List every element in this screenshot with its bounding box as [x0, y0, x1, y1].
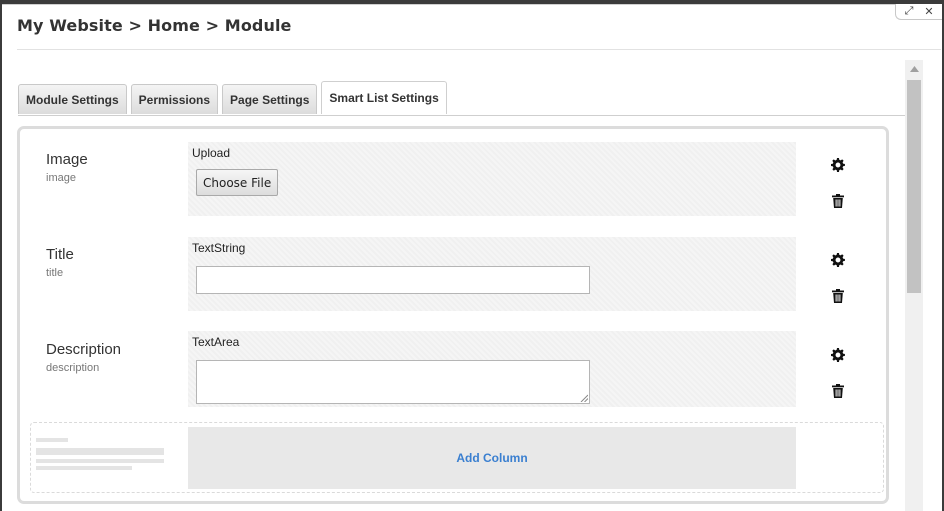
header-divider — [17, 49, 941, 50]
field-row-title: Title title TextString — [20, 224, 886, 319]
resize-grip-icon[interactable] — [580, 394, 588, 402]
field-settings-button[interactable] — [828, 155, 848, 175]
tab-page-settings[interactable]: Page Settings — [222, 84, 318, 114]
field-editor-area: Upload Choose File — [188, 142, 796, 216]
trash-icon — [832, 194, 844, 208]
trash-icon — [832, 289, 844, 303]
tab-smart-list-settings[interactable]: Smart List Settings — [321, 81, 447, 114]
editor-type-label: TextString — [192, 241, 246, 255]
breadcrumb: My Website > Home > Module — [17, 16, 292, 35]
field-alias: title — [46, 267, 64, 279]
scrollbar-thumb[interactable] — [907, 80, 921, 293]
field-editor-area: TextArea — [188, 331, 796, 407]
field-editor-area: TextString — [188, 237, 796, 311]
placeholder-line — [36, 448, 164, 455]
placeholder-line — [36, 459, 164, 463]
close-button[interactable]: ✕ — [919, 4, 939, 18]
field-name: Image — [46, 151, 88, 168]
add-column-button[interactable]: Add Column — [188, 427, 796, 489]
field-delete-button[interactable] — [828, 191, 848, 211]
editor-type-label: Upload — [192, 146, 231, 160]
field-row-image: Image image Upload Choose File — [20, 129, 886, 224]
gear-icon — [831, 158, 845, 172]
field-alias: image — [46, 172, 76, 184]
add-column-zone: Add Column — [30, 422, 884, 493]
placeholder-line — [36, 466, 132, 470]
module-dialog: ⤢ ✕ My Website > Home > Module Module Se… — [2, 4, 942, 511]
maximize-button[interactable]: ⤢ — [899, 4, 919, 18]
description-textarea[interactable] — [196, 360, 590, 404]
window-controls: ⤢ ✕ — [895, 4, 942, 20]
choose-file-button[interactable]: Choose File — [196, 169, 279, 196]
title-text-input[interactable] — [196, 266, 590, 294]
settings-tabs: Module Settings Permissions Page Setting… — [18, 81, 447, 114]
gear-icon — [831, 253, 845, 267]
scroll-up-button[interactable] — [905, 60, 923, 78]
placeholder-line — [36, 438, 68, 442]
trash-icon — [832, 384, 844, 398]
field-name: Title — [46, 246, 74, 263]
triangle-up-icon — [909, 66, 919, 72]
tab-permissions[interactable]: Permissions — [130, 84, 219, 114]
close-icon: ✕ — [924, 5, 934, 18]
field-delete-button[interactable] — [828, 381, 848, 401]
field-row-description: Description description TextArea — [20, 319, 886, 414]
field-settings-button[interactable] — [828, 345, 848, 365]
editor-type-label: TextArea — [192, 335, 240, 349]
smart-list-panel: Image image Upload Choose File Title tit… — [17, 126, 889, 504]
gear-icon — [831, 348, 845, 362]
dialog-top-border — [2, 4, 942, 5]
field-alias: description — [46, 362, 100, 374]
field-delete-button[interactable] — [828, 286, 848, 306]
tabs-divider — [18, 115, 905, 116]
field-name: Description — [46, 341, 122, 358]
vertical-scrollbar[interactable] — [905, 60, 923, 511]
tab-module-settings[interactable]: Module Settings — [18, 84, 127, 114]
maximize-icon: ⤢ — [904, 4, 914, 17]
field-settings-button[interactable] — [828, 250, 848, 270]
